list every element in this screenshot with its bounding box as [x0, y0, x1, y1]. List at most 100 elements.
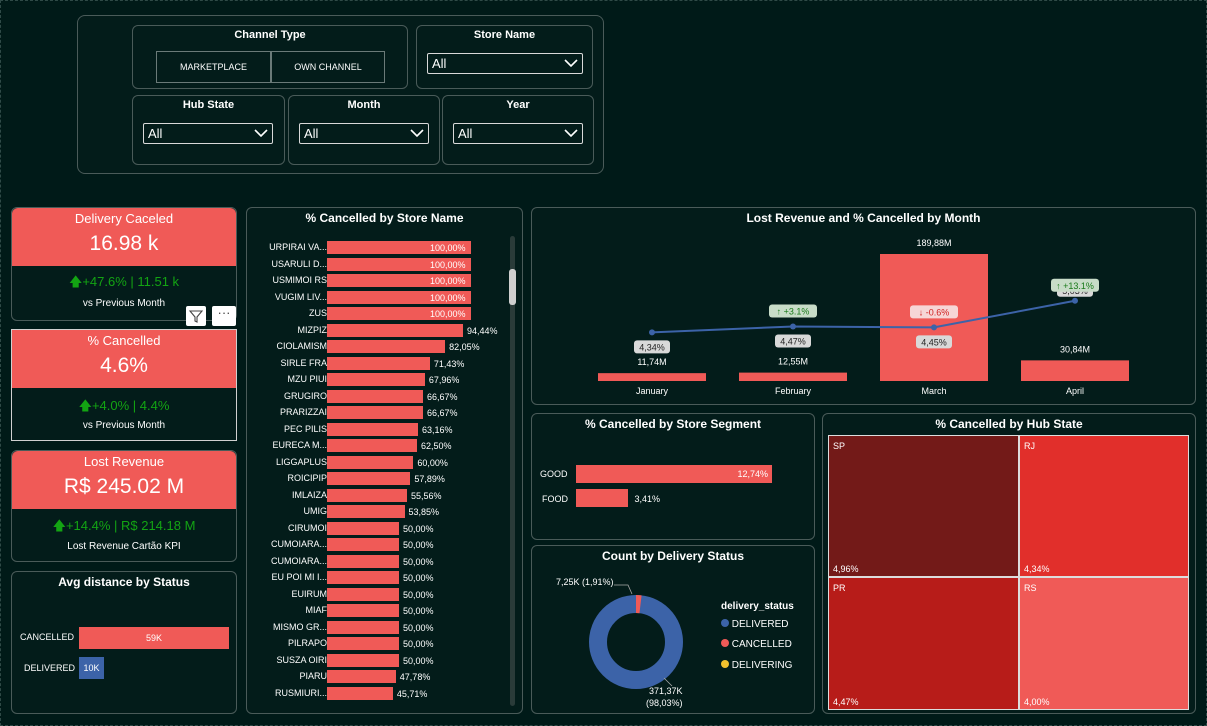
bar-label: 59K — [145, 633, 162, 643]
pct-label: 4,34% — [639, 342, 665, 352]
store-name-label: Store Name — [473, 29, 536, 41]
legend-title: delivery_status — [721, 601, 794, 612]
store-bar-label: 55,56% — [411, 490, 442, 501]
store-bar — [327, 488, 407, 502]
bar-delivered: 10K — [79, 657, 104, 679]
revenue-label: 12,55M — [778, 357, 808, 367]
change-label: ↑ +13.1% — [1056, 281, 1094, 291]
store-label: VUGIM LIV... — [274, 291, 327, 302]
bar-label: 3,41% — [634, 494, 660, 504]
kpi-title: % Cancelled — [87, 333, 161, 348]
store-label: CUMOIARA... — [270, 555, 327, 566]
store-bar — [327, 587, 399, 601]
month-label: Month — [347, 99, 381, 111]
kpi-delivery-cancelled[interactable]: Delivery Caceled 16.98 k 🡅+47.6% | 11.51… — [11, 207, 237, 321]
store-bar — [327, 538, 399, 551]
up-arrow-icon: 🡅 — [52, 518, 66, 533]
own-channel-chip[interactable]: OWN CHANNEL — [271, 51, 385, 83]
store-bar — [327, 505, 405, 518]
store-label: EURECA M... — [272, 440, 327, 450]
hub-state-label: Hub State — [182, 99, 235, 111]
month-tick-label: March — [921, 386, 946, 396]
bar-label: 10K — [83, 663, 100, 673]
legend-dot-icon — [721, 660, 729, 668]
store-label: MIAF — [305, 605, 328, 615]
scrollbar[interactable] — [509, 236, 516, 706]
revenue-label: 189,88M — [916, 238, 951, 248]
month-filter: Month All — [288, 95, 440, 165]
legend-item-cancelled[interactable]: CANCELLED — [721, 639, 792, 650]
store-bar — [327, 356, 430, 370]
category-label: GOOD — [540, 469, 568, 479]
more-options-icon[interactable]: ··· — [212, 306, 236, 326]
store-bar-label: 50,00% — [403, 655, 434, 666]
year-dropdown[interactable]: All — [453, 123, 583, 144]
revenue-bar — [1021, 360, 1129, 381]
tile-name: SP — [833, 441, 846, 451]
marketplace-chip[interactable]: MARKETPLACE — [156, 51, 271, 83]
store-bar-label: 100,00% — [430, 259, 466, 270]
store-name-dropdown[interactable]: All — [427, 53, 583, 74]
store-bar-label: 71,43% — [433, 358, 465, 369]
store-bar-label: 100,00% — [430, 276, 466, 286]
store-label: GRUGIRO — [283, 390, 327, 401]
month-dropdown[interactable]: All — [299, 123, 429, 144]
month-tick-label: January — [636, 386, 669, 396]
legend-dot-icon — [721, 639, 729, 647]
scrollbar-thumb[interactable] — [509, 269, 516, 305]
tile-value: 4,34% — [1024, 564, 1050, 574]
store-label: URPIRAI VA... — [269, 242, 327, 252]
treemap-tile-rj[interactable]: RJ 4,34% — [1019, 435, 1189, 577]
store-label: PIARU — [299, 671, 327, 681]
store-label: LIGGAPLUS — [275, 456, 327, 467]
segment-chart[interactable]: % Cancelled by Store Segment GOOD 12,74%… — [531, 413, 815, 540]
store-bar-label: 66,67% — [427, 391, 458, 402]
month-tick-label: April — [1066, 386, 1084, 396]
treemap-tile-rs[interactable]: RS 4,00% — [1019, 577, 1189, 710]
kpi-value: R$ 245.02 M — [63, 475, 185, 498]
store-label: RUSMIURI... — [274, 687, 327, 698]
store-bar — [327, 455, 414, 469]
delivery-status-chart[interactable]: Count by Delivery Status 7,25K (1,91%) 3… — [531, 545, 815, 714]
month-chart[interactable]: Lost Revenue and % Cancelled by Month 11… — [531, 207, 1196, 405]
store-bar-label: 50,00% — [403, 540, 434, 550]
tile-value: 4,00% — [1024, 697, 1050, 707]
legend-item-delivered[interactable]: DELIVERED — [721, 619, 788, 630]
store-label: EUIRUM — [291, 588, 328, 599]
revenue-bar — [598, 373, 706, 381]
store-label: CIOLAMISM — [276, 341, 327, 351]
kpi-value: 16.98 k — [89, 232, 159, 255]
chevron-down-icon — [410, 129, 424, 138]
filter-icon[interactable] — [186, 306, 206, 326]
store-bar-label: 47,78% — [399, 672, 431, 682]
treemap-tile-sp[interactable]: SP 4,96% — [828, 435, 1019, 577]
donut-label-cancelled: 7,25K (1,91%) — [556, 577, 614, 587]
avg-distance-chart[interactable]: Avg distance by Status CANCELLED 59K DEL… — [11, 571, 237, 714]
store-bar-label: 53,85% — [408, 507, 440, 517]
category-label: FOOD — [542, 494, 568, 504]
revenue-label: 11,74M — [637, 357, 666, 367]
hub-state-chart[interactable]: % Cancelled by Hub State SP 4,96% RJ 4,3… — [822, 413, 1196, 714]
store-bar — [327, 653, 399, 667]
store-label: MIZPIZ — [297, 324, 328, 335]
store-bar-label: 50,00% — [403, 639, 434, 649]
store-label: CIRUMOI — [288, 522, 327, 533]
chart-title: % Cancelled by Hub State — [935, 417, 1083, 431]
kpi-percent-cancelled[interactable]: % Cancelled 4.6% 🡅+4.0% | 4.4% vs Previo… — [11, 329, 237, 441]
store-bar-label: 94,44% — [466, 325, 498, 336]
store-bar-label: 63,16% — [421, 424, 453, 435]
store-label: IMLAIZA — [291, 489, 327, 500]
legend-item-delivering[interactable]: DELIVERING — [721, 660, 792, 671]
store-label: SIRLE FRA — [280, 357, 327, 368]
pct-point — [931, 324, 937, 331]
category-label: CANCELLED — [20, 632, 75, 642]
store-bar — [327, 439, 417, 452]
bar-cancelled: 59K — [79, 627, 229, 649]
treemap-tile-pr[interactable]: PR 4,47% — [828, 577, 1019, 710]
store-label: PEC PILIS — [283, 423, 327, 434]
store-name-chart[interactable]: % Cancelled by Store Name URPIRAI VA... 1… — [246, 207, 523, 714]
store-bar-label: 100,00% — [430, 292, 466, 303]
store-bar — [327, 389, 423, 403]
kpi-lost-revenue[interactable]: Lost Revenue R$ 245.02 M 🡅+14.4% | R$ 21… — [11, 450, 237, 562]
hub-state-dropdown[interactable]: All — [143, 123, 273, 144]
